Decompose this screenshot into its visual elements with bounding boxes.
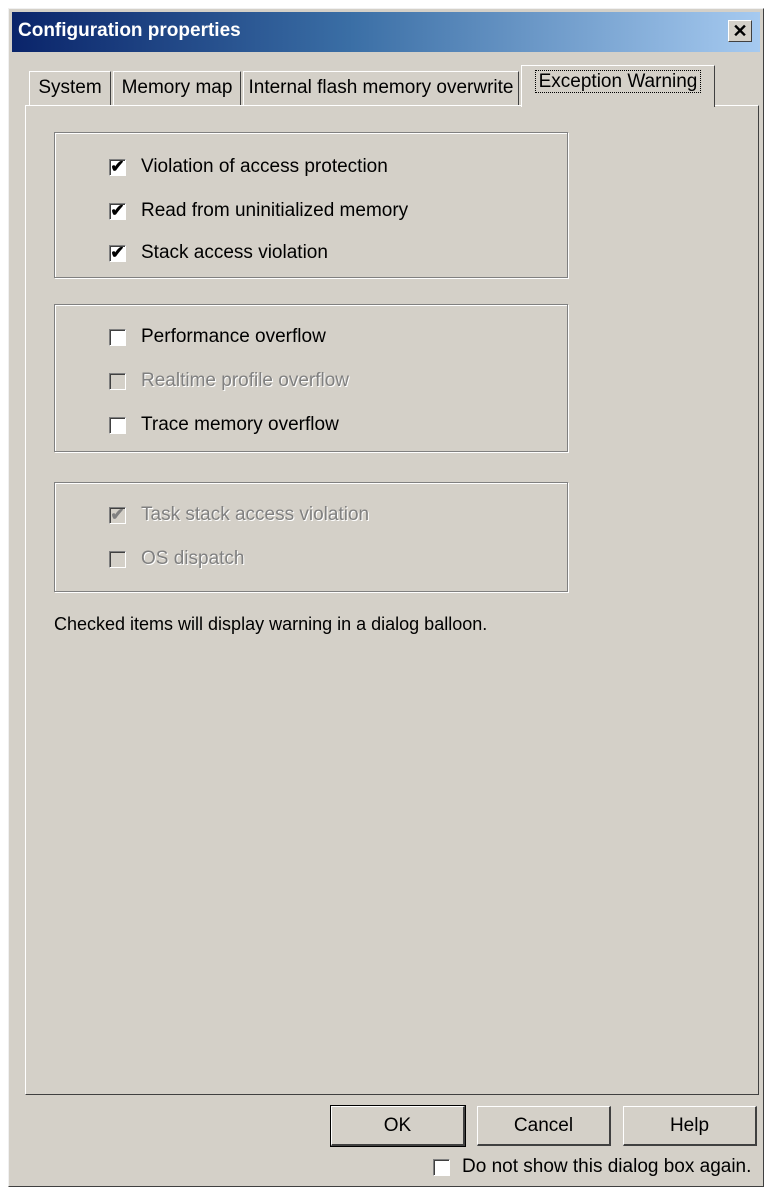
tab-label: Exception Warning bbox=[534, 70, 702, 93]
cancel-button[interactable]: Cancel bbox=[477, 1106, 611, 1146]
checkbox-box[interactable] bbox=[433, 1158, 450, 1176]
checkbox-box: ✔ bbox=[109, 504, 126, 524]
dont-show-again-checkbox[interactable]: Do not show this dialog box again. bbox=[433, 1154, 751, 1180]
check-icon: ✔ bbox=[110, 504, 125, 524]
checkbox-realtime-profile-overflow: Realtime profile overflow bbox=[109, 369, 349, 393]
checkbox-label: Trace memory overflow bbox=[141, 414, 339, 435]
tab-label: Memory map bbox=[121, 77, 233, 98]
tab-label: System bbox=[38, 77, 102, 98]
checkbox-label: Violation of access protection bbox=[141, 156, 388, 177]
checkbox-stack-access-violation[interactable]: ✔ Stack access violation bbox=[109, 241, 328, 265]
help-button[interactable]: Help bbox=[623, 1106, 757, 1146]
tab-exception-warning[interactable]: Exception Warning bbox=[521, 65, 715, 107]
checkbox-label: Read from uninitialized memory bbox=[141, 200, 409, 221]
close-icon: ✕ bbox=[732, 21, 748, 41]
checkbox-box[interactable] bbox=[109, 328, 126, 346]
checkbox-label: Realtime profile overflow bbox=[141, 370, 350, 391]
tab-system[interactable]: System bbox=[29, 71, 111, 105]
checkbox-os-dispatch: OS dispatch bbox=[109, 547, 245, 571]
checkbox-box bbox=[109, 550, 126, 568]
checkbox-violation-of-access-protection[interactable]: ✔ Violation of access protection bbox=[109, 155, 388, 179]
os-group: ✔ Task stack access violation OS dispatc… bbox=[54, 482, 568, 592]
check-icon: ✔ bbox=[110, 156, 125, 176]
checkbox-performance-overflow[interactable]: Performance overflow bbox=[109, 325, 326, 349]
checkbox-label: Task stack access violation bbox=[141, 504, 370, 525]
checkbox-label: Do not show this dialog box again. bbox=[462, 1156, 752, 1177]
checkbox-label: OS dispatch bbox=[141, 548, 245, 569]
checkbox-label: Performance overflow bbox=[141, 326, 326, 347]
overflow-group: Performance overflow Realtime profile ov… bbox=[54, 304, 568, 452]
checkbox-trace-memory-overflow[interactable]: Trace memory overflow bbox=[109, 413, 339, 437]
configuration-properties-dialog: Configuration properties ✕ System Memory… bbox=[8, 8, 764, 1187]
window-title: Configuration properties bbox=[18, 20, 241, 41]
tab-label: Internal flash memory overwrite bbox=[248, 77, 514, 98]
check-icon: ✔ bbox=[110, 200, 125, 220]
info-note: Checked items will display warning in a … bbox=[54, 614, 488, 634]
checkbox-box[interactable]: ✔ bbox=[109, 200, 126, 220]
checkbox-box[interactable]: ✔ bbox=[109, 156, 126, 176]
checkbox-box bbox=[109, 372, 126, 390]
title-bar[interactable]: Configuration properties ✕ bbox=[12, 12, 760, 52]
ok-button[interactable]: OK bbox=[330, 1105, 466, 1147]
tab-memory-map[interactable]: Memory map bbox=[113, 71, 241, 105]
checkbox-label: Stack access violation bbox=[141, 242, 328, 263]
exception-warning-panel: ✔ Violation of access protection ✔ Read … bbox=[25, 105, 759, 1095]
access-violation-group: ✔ Violation of access protection ✔ Read … bbox=[54, 132, 568, 278]
check-icon: ✔ bbox=[110, 242, 125, 262]
close-button[interactable]: ✕ bbox=[728, 20, 752, 42]
checkbox-box[interactable]: ✔ bbox=[109, 242, 126, 262]
tab-internal-flash-memory-overwrite[interactable]: Internal flash memory overwrite bbox=[243, 71, 519, 105]
checkbox-task-stack-access-violation: ✔ Task stack access violation bbox=[109, 503, 369, 527]
checkbox-box[interactable] bbox=[109, 416, 126, 434]
checkbox-read-from-uninitialized-memory[interactable]: ✔ Read from uninitialized memory bbox=[109, 199, 408, 223]
